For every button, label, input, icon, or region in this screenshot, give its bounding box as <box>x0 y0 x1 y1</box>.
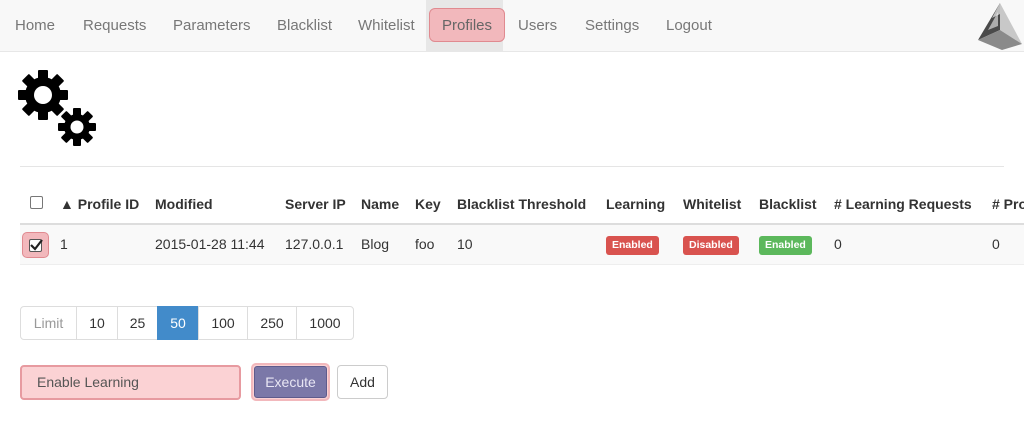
limit-option-250[interactable]: 250 <box>247 306 297 340</box>
limit-label: Limit <box>20 306 77 340</box>
col-blacklist-threshold[interactable]: Blacklist Threshold <box>457 186 586 223</box>
cell-blacklist: Enabled <box>759 225 812 265</box>
col-blacklist[interactable]: Blacklist <box>759 186 817 223</box>
nav-logout[interactable]: Logout <box>651 0 727 51</box>
cell-key: foo <box>415 236 435 252</box>
divider <box>20 166 1004 167</box>
learning-status-badge[interactable]: Enabled <box>606 235 659 255</box>
cell-learning-requests: 0 <box>834 236 842 252</box>
cell-whitelist: Disabled <box>683 225 739 265</box>
action-select[interactable]: Enable Learning <box>20 365 241 400</box>
pyramid-logo-icon[interactable] <box>972 0 1024 52</box>
col-whitelist[interactable]: Whitelist <box>683 186 741 223</box>
cell-learning: Enabled <box>606 225 659 265</box>
nav-parameters[interactable]: Parameters <box>158 0 266 51</box>
checkmark-icon <box>30 239 43 251</box>
col-server-ip[interactable]: Server IP <box>285 186 346 223</box>
whitelist-status-badge[interactable]: Disabled <box>683 235 739 255</box>
cell-blacklist-threshold: 10 <box>457 236 473 252</box>
cell-server-ip: 127.0.0.1 <box>285 236 344 252</box>
gears-icon <box>18 70 96 146</box>
limit-option-25[interactable]: 25 <box>117 306 158 340</box>
col-learning[interactable]: Learning <box>606 186 665 223</box>
profiles-table-header: ▲ Profile ID Modified Server IP Name Key… <box>20 186 1024 225</box>
blacklist-status-badge[interactable]: Enabled <box>759 235 812 255</box>
nav-profiles[interactable]: Profiles <box>426 0 506 51</box>
row-checkbox[interactable] <box>22 232 49 258</box>
cell-name: Blog <box>361 236 390 252</box>
col-name[interactable]: Name <box>361 186 399 223</box>
nav-settings[interactable]: Settings <box>570 0 654 51</box>
col-profile-id[interactable]: ▲ Profile ID <box>60 186 139 223</box>
cell-profile-requests: 0 <box>992 236 1000 252</box>
col-key[interactable]: Key <box>415 186 441 223</box>
nav-users[interactable]: Users <box>503 0 572 51</box>
select-all-checkbox[interactable] <box>30 196 43 209</box>
nav-home[interactable]: Home <box>0 0 70 51</box>
nav-requests[interactable]: Requests <box>68 0 161 51</box>
add-button[interactable]: Add <box>337 365 388 399</box>
cell-modified: 2015-01-28 11:44 <box>155 236 265 252</box>
nav-profiles-label: Profiles <box>429 8 506 42</box>
col-modified[interactable]: Modified <box>155 186 213 223</box>
limit-option-10[interactable]: 10 <box>76 306 118 340</box>
top-navbar: Home Requests Parameters Blacklist White… <box>0 0 1024 52</box>
col-learning-requests[interactable]: # Learning Requests <box>834 186 972 223</box>
limit-option-50[interactable]: 50 <box>157 306 199 340</box>
nav-whitelist[interactable]: Whitelist <box>343 0 430 51</box>
execute-button[interactable]: Execute <box>251 363 330 401</box>
nav-blacklist[interactable]: Blacklist <box>262 0 347 51</box>
table-row[interactable]: 1 2015-01-28 11:44 127.0.0.1 Blog foo 10… <box>20 225 1024 265</box>
cell-profile-id: 1 <box>60 236 68 252</box>
limit-option-100[interactable]: 100 <box>198 306 248 340</box>
execute-button-label: Execute <box>254 366 327 398</box>
col-profile-requests[interactable]: # Pro <box>992 186 1024 223</box>
limit-option-1000[interactable]: 1000 <box>296 306 354 340</box>
